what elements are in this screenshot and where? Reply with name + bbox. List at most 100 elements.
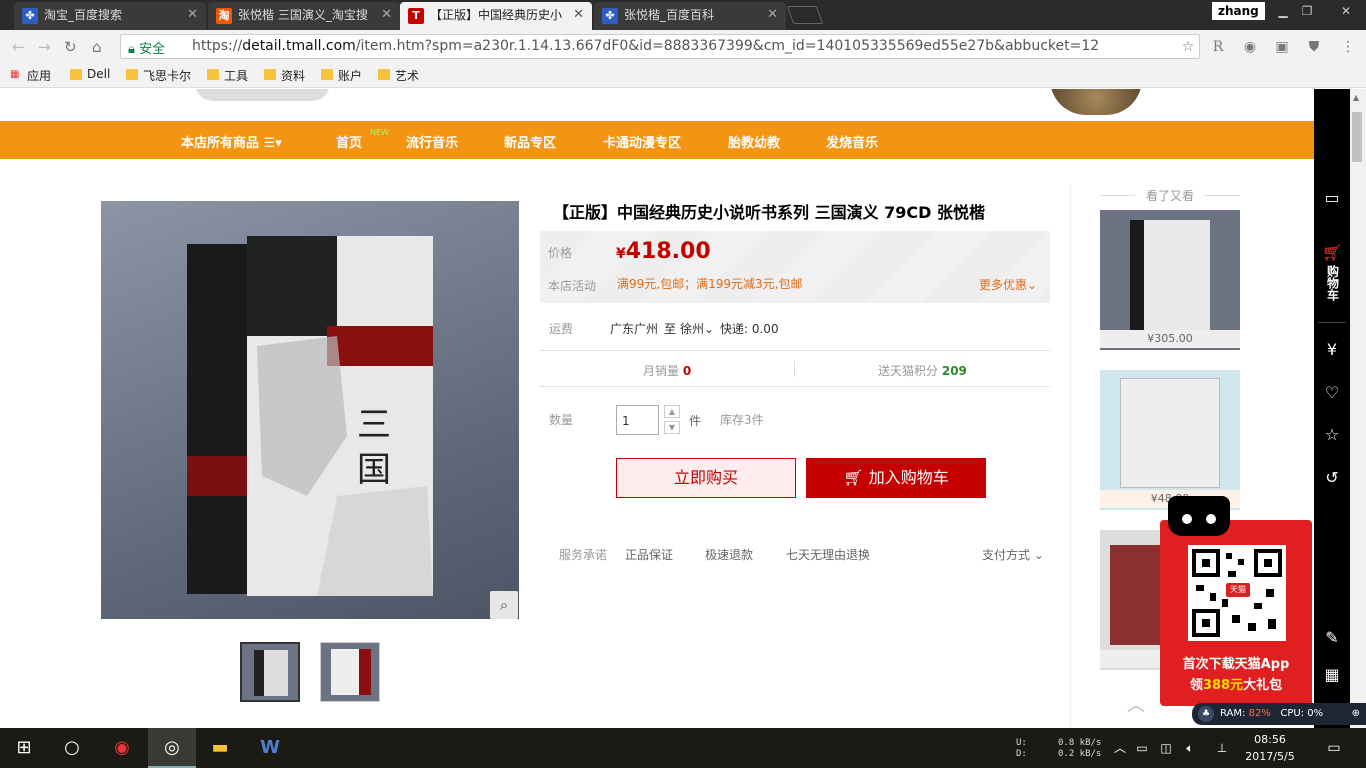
back-icon[interactable]: ←: [12, 38, 25, 56]
product-main-image[interactable]: 三 国: [101, 201, 519, 619]
nav-pop-music[interactable]: 流行音乐: [406, 132, 458, 151]
store-banner-record: [1050, 89, 1142, 115]
thumbnail-1[interactable]: [240, 642, 300, 702]
bookmark-folder[interactable]: 账户: [321, 67, 362, 84]
close-tab-icon[interactable]: ✕: [767, 2, 778, 28]
home-icon[interactable]: ⌂: [92, 38, 102, 56]
broom-icon: ♣: [1198, 706, 1214, 722]
nav-anime[interactable]: 卡通动漫专区: [603, 132, 681, 151]
tmall-points: 送天猫积分 209: [878, 364, 967, 378]
svg-text:三: 三: [357, 405, 391, 445]
scroll-up-arrow-icon[interactable]: ▲: [1353, 93, 1359, 102]
restore-icon[interactable]: ❐: [1296, 3, 1318, 19]
heart-icon[interactable]: ♡: [1318, 383, 1346, 402]
quantity-decrease-icon[interactable]: ▼: [664, 421, 680, 434]
bookmark-folder[interactable]: 飞思卡尔: [126, 67, 191, 84]
yen-coupon-icon[interactable]: ¥: [1318, 340, 1346, 359]
account-icon[interactable]: ▭: [1318, 188, 1346, 207]
folder-icon: [264, 69, 276, 80]
taskbar-clock[interactable]: 08:56 2017/5/5: [1240, 731, 1300, 765]
tab-baidu-baike[interactable]: ✤ 张悦楷_百度百科 ✕: [594, 2, 786, 30]
network-icon[interactable]: ◫: [1156, 728, 1176, 768]
tab-tmall-product[interactable]: T 【正版】中国经典历史小 ✕: [400, 2, 592, 30]
extension-shield-icon[interactable]: ⛊: [1304, 37, 1324, 57]
add-to-cart-button[interactable]: 🛒︎ 加入购物车: [806, 458, 986, 498]
cortana-circle-icon[interactable]: ○: [48, 728, 96, 768]
bookmark-folder[interactable]: Dell: [70, 67, 110, 81]
reload-icon[interactable]: ↻: [64, 38, 77, 56]
apps-grid-icon: ▦: [10, 69, 20, 80]
close-tab-icon[interactable]: ✕: [573, 2, 584, 28]
bookmark-folder[interactable]: 艺术: [378, 67, 419, 84]
bookmark-star-icon[interactable]: ☆: [1178, 37, 1198, 57]
recommend-item-1[interactable]: [1100, 210, 1240, 350]
nav-home[interactable]: 首页 NEW: [336, 128, 389, 151]
security-indicator[interactable]: 🔒︎ 安全: [128, 38, 165, 57]
shipping-destination-select[interactable]: 徐州⌄: [680, 320, 714, 337]
nav-new-arrivals[interactable]: 新品专区: [504, 132, 556, 151]
shipping-from: 广东广州: [610, 322, 659, 336]
tab-title: 张悦楷_百度百科: [624, 8, 715, 22]
windows-start-icon[interactable]: ⊞: [0, 728, 48, 768]
folder-icon: [126, 69, 138, 80]
minimize-icon[interactable]: ▁: [1272, 3, 1294, 19]
shipping-to-word: 至: [664, 322, 677, 336]
bookmark-folder[interactable]: 资料: [264, 67, 305, 84]
notification-icon[interactable]: ▭: [1316, 728, 1352, 768]
close-tab-icon[interactable]: ✕: [381, 2, 392, 28]
tab-taobao-search[interactable]: 淘 张悦楷 三国演义_淘宝搜 ✕: [208, 2, 400, 30]
buy-now-button[interactable]: 立即购买: [616, 458, 796, 498]
page-scrollbar[interactable]: [1350, 89, 1366, 729]
thumbnail-2[interactable]: [320, 642, 380, 702]
scrollbar-thumb[interactable]: [1352, 112, 1362, 162]
quantity-increase-icon[interactable]: ▲: [664, 405, 680, 418]
bookmark-apps[interactable]: ▦ 应用: [10, 67, 51, 84]
extension-mask-icon[interactable]: ▣: [1272, 37, 1292, 57]
nav-audiophile[interactable]: 发烧音乐: [826, 132, 878, 151]
extension-ghost-icon[interactable]: ◉: [1240, 37, 1260, 57]
edit-feedback-icon[interactable]: ✎: [1318, 628, 1346, 647]
net-download-speed: 0.2 kB/s: [1058, 749, 1102, 759]
url-text[interactable]: https://detail.tmall.com/item.htm?spm=a2…: [192, 38, 1099, 54]
system-monitor[interactable]: ♣ RAM: 82% CPU: 0% ⊕: [1192, 703, 1366, 725]
nav-prenatal[interactable]: 胎教幼教: [728, 132, 780, 151]
more-offers-link[interactable]: 更多优惠⌄: [979, 276, 1037, 293]
nav-all-products[interactable]: 本店所有商品 ☰▾: [181, 132, 282, 151]
close-window-icon[interactable]: ✕: [1328, 3, 1364, 19]
recommend-item-2[interactable]: [1100, 370, 1240, 510]
netease-music-icon[interactable]: ◉: [98, 728, 146, 768]
qr-code-icon[interactable]: ▦: [1318, 665, 1346, 684]
file-explorer-icon[interactable]: ▬: [196, 728, 244, 768]
volume-icon[interactable]: 🔈︎: [1180, 728, 1200, 768]
service-7day-return: 七天无理由退换: [786, 548, 871, 562]
scroll-up-chevron-icon[interactable]: ︿: [1127, 691, 1145, 717]
menu-icon[interactable]: ⋮: [1338, 37, 1358, 57]
cart-icon[interactable]: 🛒︎: [1318, 243, 1346, 262]
bookmark-folder[interactable]: 工具: [207, 67, 248, 84]
sidebar-cart-label[interactable]: 购物车: [1318, 265, 1346, 301]
close-tab-icon[interactable]: ✕: [187, 2, 198, 28]
svg-text:国: 国: [357, 450, 391, 490]
quantity-input[interactable]: 1: [616, 405, 659, 435]
star-icon[interactable]: ☆: [1318, 425, 1346, 444]
profile-button[interactable]: zhang: [1212, 2, 1265, 20]
chevron-down-icon: ⌄: [1033, 548, 1044, 562]
extension-r-icon[interactable]: R: [1208, 37, 1228, 57]
new-tab-button[interactable]: [786, 6, 824, 24]
forward-icon[interactable]: →: [38, 38, 51, 56]
tray-expand-icon[interactable]: ︿: [1110, 728, 1130, 768]
chrome-icon[interactable]: ◎: [148, 728, 196, 768]
page-viewport: 本店所有商品 ☰▾ 首页 NEW 流行音乐 新品专区 卡通动漫专区 胎教幼教 发烧…: [0, 89, 1314, 729]
history-icon[interactable]: ↺: [1318, 468, 1346, 487]
ime-icon[interactable]: ⊥: [1212, 728, 1232, 768]
zoom-search-icon[interactable]: ⌕: [490, 591, 518, 619]
word-icon[interactable]: W: [246, 728, 294, 768]
tab-baidu-search[interactable]: ✤ 淘宝_百度搜索 ✕: [14, 2, 206, 30]
baidu-paw-icon: ✤: [602, 8, 618, 24]
plus-icon[interactable]: ⊕: [1352, 703, 1360, 725]
list-menu-icon: ☰▾: [263, 136, 282, 151]
power-icon[interactable]: ▭: [1132, 728, 1152, 768]
payment-methods-dropdown[interactable]: 支付方式 ⌄: [982, 546, 1044, 563]
store-nav-bar: 本店所有商品 ☰▾ 首页 NEW 流行音乐 新品专区 卡通动漫专区 胎教幼教 发烧…: [0, 121, 1314, 159]
product-title: 【正版】中国经典历史小说听书系列 三国演义 79CD 张悦楷: [553, 203, 986, 222]
